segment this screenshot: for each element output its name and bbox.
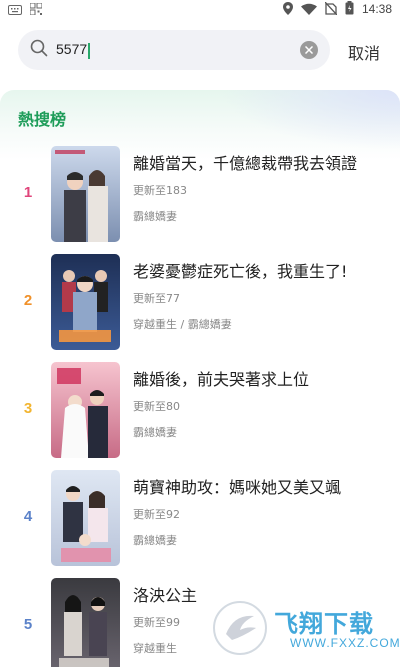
- search-input[interactable]: 5577: [18, 30, 330, 70]
- book-cover[interactable]: [51, 362, 120, 458]
- book-title[interactable]: 離婚後，前夫哭著求上位: [133, 366, 309, 390]
- book-title[interactable]: 離婚當天，千億總裁帶我去領證: [133, 150, 357, 174]
- rank-number: 3: [23, 400, 33, 417]
- book-genre: 霸總嬌妻: [133, 210, 177, 223]
- watermark-url: WWW.FXXZ.COM: [290, 636, 400, 650]
- watermark: 飞翔下载 WWW.FXXZ.COM: [212, 598, 400, 658]
- book-cover[interactable]: [51, 254, 120, 350]
- search-header: 5577 取消: [0, 26, 400, 72]
- book-item[interactable]: 1 離婚當天，千億總裁帶我去領證 更新至183 霸總嬌妻: [0, 146, 400, 246]
- rank-number: 5: [23, 616, 33, 633]
- book-cover[interactable]: [51, 146, 120, 242]
- book-genre: 霸總嬌妻: [133, 426, 177, 439]
- book-update-status: 更新至99: [133, 616, 180, 629]
- search-query[interactable]: 5577: [56, 41, 90, 59]
- clear-search-button[interactable]: [300, 41, 318, 59]
- keyboard-icon: [8, 0, 22, 19]
- hot-search-list: 熱搜榜 1 離婚當天，千億總裁帶我去領證 更新至183 霸總嬌妻 2 老婆憂鬱症…: [0, 90, 400, 667]
- no-sim-icon: [324, 0, 338, 19]
- book-cover[interactable]: [51, 470, 120, 566]
- rank-number: 1: [23, 184, 33, 201]
- qr-scan-icon: [29, 0, 43, 19]
- book-item[interactable]: 4 萌寶神助攻：媽咪她又美又颯 更新至92 霸總嬌妻: [0, 470, 400, 570]
- book-item[interactable]: 2 老婆憂鬱症死亡後，我重生了! 更新至77 穿越重生 / 霸總嬌妻: [0, 254, 400, 354]
- search-icon: [30, 39, 48, 61]
- location-icon: [282, 0, 293, 19]
- book-update-status: 更新至183: [133, 184, 187, 197]
- book-update-status: 更新至92: [133, 508, 180, 521]
- battery-icon: [345, 0, 354, 19]
- book-title[interactable]: 老婆憂鬱症死亡後，我重生了!: [133, 258, 347, 282]
- status-bar: 14:38: [0, 0, 400, 18]
- rank-number: 2: [23, 292, 33, 309]
- watermark-brand: 飞翔下载: [274, 610, 374, 638]
- book-update-status: 更新至80: [133, 400, 180, 413]
- wifi-icon: [300, 0, 317, 19]
- book-genre: 霸總嬌妻: [133, 534, 177, 547]
- book-update-status: 更新至77: [133, 292, 180, 305]
- text-cursor: [88, 42, 90, 59]
- hot-list-title: 熱搜榜: [18, 110, 67, 129]
- book-title[interactable]: 洛泱公主: [133, 582, 197, 606]
- book-cover[interactable]: [51, 578, 120, 667]
- book-title[interactable]: 萌寶神助攻：媽咪她又美又颯: [133, 474, 341, 498]
- close-icon: [305, 46, 313, 54]
- cancel-button[interactable]: 取消: [348, 40, 380, 64]
- rank-number: 4: [23, 508, 33, 525]
- book-genre: 穿越重生 / 霸總嬌妻: [133, 318, 232, 331]
- status-time: 14:38: [361, 2, 392, 16]
- book-genre: 穿越重生: [133, 642, 177, 655]
- book-item[interactable]: 3 離婚後，前夫哭著求上位 更新至80 霸總嬌妻: [0, 362, 400, 462]
